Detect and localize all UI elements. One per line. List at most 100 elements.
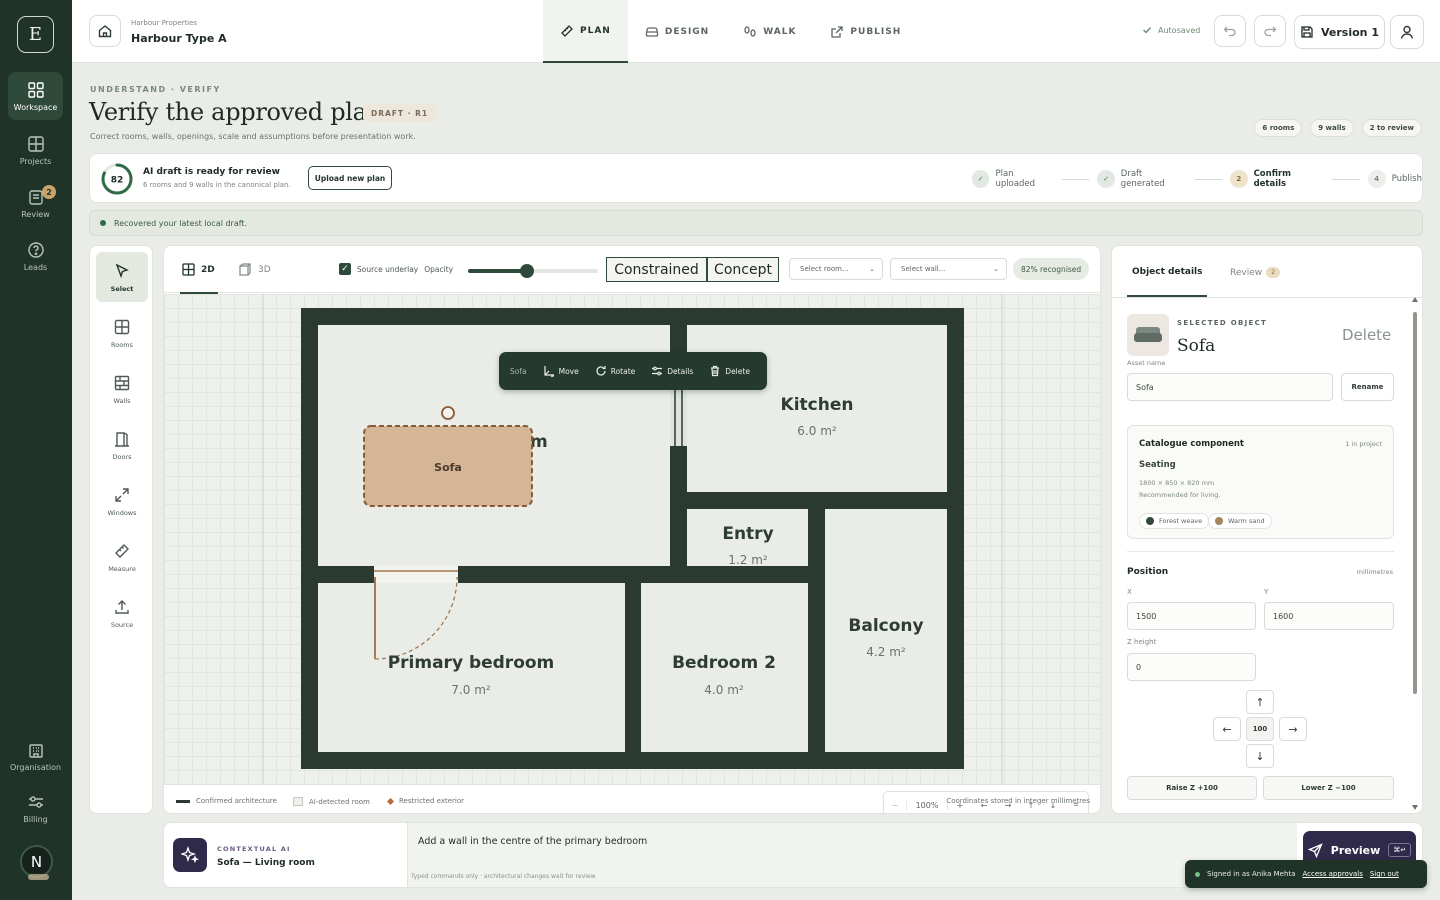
nudge-left-button[interactable]: ← [1213, 717, 1241, 741]
version-button[interactable]: Version 1 [1294, 15, 1385, 49]
home-button[interactable] [89, 15, 121, 47]
rail-item-workspace[interactable]: Workspace [8, 72, 63, 120]
user-avatar[interactable]: N [20, 845, 53, 880]
room-select[interactable]: Select room... ⌄ [789, 258, 883, 280]
projects-icon [27, 135, 44, 152]
tool-select[interactable]: Select [96, 252, 148, 302]
sofa-icon [1134, 327, 1162, 342]
room-area: 6.0 m² [797, 424, 837, 438]
ai-label: CONTEXTUAL AI [217, 845, 291, 853]
z-height-input[interactable]: 0 [1127, 653, 1256, 681]
tool-measure[interactable]: Measure [96, 532, 148, 582]
swatch-color [1215, 517, 1223, 525]
access-approvals-link[interactable]: Access approvals [1302, 870, 1362, 878]
asset-name-input[interactable]: Sofa [1127, 373, 1333, 401]
scroll-down-icon[interactable] [1412, 805, 1418, 810]
position-heading: Position [1127, 567, 1169, 577]
tab-review[interactable]: Review 2 [1230, 267, 1281, 278]
review-count-chip[interactable]: 2 to review [1361, 119, 1422, 137]
legend-restricted: Restricted exterior [386, 797, 464, 805]
rotate-handle[interactable] [441, 406, 455, 420]
rename-button[interactable]: Rename [1341, 373, 1394, 401]
mode-constrained-button[interactable]: Constrained [606, 257, 707, 282]
tool-walls[interactable]: Walls [96, 364, 148, 414]
save-icon [1301, 26, 1313, 38]
step-number: 4 [1367, 170, 1386, 188]
coordinate-note: Coordinates stored in integer millimetre… [946, 797, 1090, 805]
rail-item-organisation[interactable]: Organisation [8, 732, 63, 780]
rotate-button[interactable]: Rotate [595, 365, 635, 377]
step-label: Plan uploaded [995, 169, 1036, 189]
plan-canvas[interactable]: Kitchen 6.0 m² Entry 1.2 m² Balcony 4.2 … [164, 294, 1100, 813]
door-icon [115, 431, 129, 447]
swatch-forest-weave[interactable]: Forest weave [1139, 513, 1210, 529]
tool-source[interactable]: Source [96, 588, 148, 638]
walls-icon [114, 375, 130, 390]
rooms-count-chip[interactable]: 6 rooms [1254, 119, 1303, 137]
step-connector [1332, 178, 1360, 180]
rail-item-billing[interactable]: Billing [8, 784, 63, 832]
x-input[interactable]: 1500 [1127, 602, 1256, 630]
delete-object-link[interactable]: Delete [1342, 326, 1391, 344]
legend-ai-detected: AI-detected room [293, 797, 370, 806]
y-input[interactable]: 1600 [1264, 602, 1394, 630]
redo-button[interactable] [1254, 15, 1286, 47]
lower-z-button[interactable]: Lower Z −100 [1263, 776, 1394, 800]
door-opening[interactable] [374, 566, 458, 583]
ai-command-input[interactable]: Add a wall in the centre of the primary … [407, 823, 1297, 887]
rail-item-projects[interactable]: Projects [8, 126, 63, 174]
upload-plan-button[interactable]: Upload new plan [308, 166, 392, 190]
undo-icon [1223, 26, 1236, 37]
delete-object-button[interactable]: Delete [709, 365, 750, 377]
rooms-icon [114, 319, 130, 334]
object-thumbnail [1127, 314, 1169, 356]
swatch-warm-sand[interactable]: Warm sand [1208, 513, 1272, 529]
tab-walk[interactable]: WALK [726, 0, 813, 63]
top-header: Harbour Properties Harbour Type A PLAN D… [72, 0, 1440, 63]
tool-label: Rooms [111, 340, 133, 349]
details-scrollbar[interactable] [1411, 296, 1419, 812]
nudge-up-button[interactable]: ↑ [1246, 690, 1274, 714]
scroll-thumb[interactable] [1413, 312, 1417, 694]
tab-design[interactable]: DESIGN [628, 0, 726, 63]
details-button[interactable]: Details [651, 365, 693, 377]
view-2d-toggle[interactable]: 2D [180, 263, 218, 294]
select-value: Select wall... [901, 265, 946, 273]
step-connector [1062, 178, 1090, 180]
rail-label: Billing [23, 814, 48, 824]
tool-rooms[interactable]: Rooms [96, 308, 148, 358]
arrow-left-icon: ← [1222, 722, 1232, 736]
wall-select[interactable]: Select wall... ⌄ [890, 258, 1007, 280]
account-button[interactable] [1390, 15, 1424, 49]
sign-out-link[interactable]: Sign out [1370, 870, 1399, 878]
source-underlay-toggle[interactable]: ✓ Source underlay Opacity [339, 263, 453, 275]
tab-object-details[interactable]: Object details [1127, 267, 1207, 297]
walls-count-chip[interactable]: 9 walls [1310, 119, 1354, 137]
ai-status-bar: 82 AI draft is ready for review 6 rooms … [89, 153, 1423, 203]
scroll-up-icon[interactable] [1412, 297, 1418, 302]
checkbox-checked-icon[interactable]: ✓ [339, 263, 351, 275]
tab-publish[interactable]: PUBLISH [813, 0, 918, 63]
catalogue-card: Catalogue component 1 in project Seating… [1127, 425, 1394, 539]
raise-z-button[interactable]: Raise Z +100 [1127, 776, 1257, 800]
select-value: Select room... [800, 265, 849, 273]
mode-concept-button[interactable]: Concept [707, 257, 779, 282]
tab-plan[interactable]: PLAN [543, 0, 628, 63]
view-3d-toggle[interactable]: 3D [238, 263, 271, 276]
step-confirm-details: 2 Confirm details [1230, 169, 1324, 189]
tab-label: PLAN [580, 25, 611, 36]
move-button[interactable]: Move [543, 365, 579, 377]
check-icon [1143, 27, 1152, 34]
nudge-right-button[interactable]: → [1279, 717, 1307, 741]
undo-button[interactable] [1214, 15, 1246, 47]
tool-windows[interactable]: Windows [96, 476, 148, 526]
tool-doors[interactable]: Doors [96, 420, 148, 470]
nudge-step-value[interactable]: 100 [1246, 717, 1274, 741]
nudge-down-button[interactable]: ↓ [1246, 744, 1274, 768]
sofa-label: Sofa [434, 461, 462, 474]
opacity-slider[interactable] [468, 264, 598, 278]
slider-handle[interactable] [519, 264, 534, 278]
rail-item-leads[interactable]: Leads [8, 232, 63, 280]
app-logo[interactable]: E [17, 16, 54, 53]
rail-item-review[interactable]: Review 2 [8, 179, 63, 227]
